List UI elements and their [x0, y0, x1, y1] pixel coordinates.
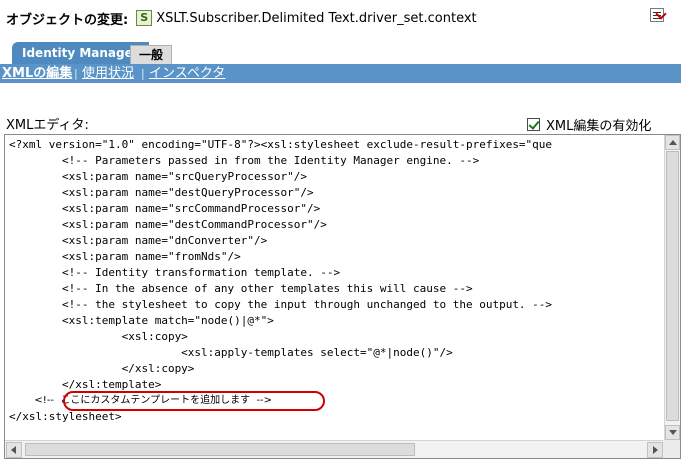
object-name: XSLT.Subscriber.Delimited Text.driver_se…	[156, 10, 477, 26]
code-line: <?xml version="1.0" encoding="UTF-8"?><x…	[9, 138, 553, 151]
scrollbar-corner	[663, 440, 680, 458]
highlight-ring	[63, 391, 325, 411]
scroll-up-button[interactable]	[665, 135, 680, 150]
subnav-edit-xml[interactable]: XMLの編集	[2, 64, 72, 83]
code-line: <xsl:param name="destQueryProcessor"/>	[9, 186, 314, 199]
code-line: <!-- the stylesheet to copy the input th…	[9, 298, 553, 311]
subnav-usage[interactable]: 使用状況	[82, 64, 134, 83]
code-line: <xsl:param name="srcQueryProcessor"/>	[9, 170, 308, 183]
edit-checklist-icon[interactable]	[650, 8, 664, 22]
xml-editor-textarea[interactable]: <?xml version="1.0" encoding="UTF-8"?><x…	[4, 134, 681, 459]
code-line: <!-- In the absence of any other templat…	[9, 282, 473, 295]
code-line: <xsl:template match="node()|@*">	[9, 314, 274, 327]
code-line: </xsl:copy>	[9, 362, 195, 375]
arrow-right-icon	[653, 446, 658, 454]
object-title-row: オブジェクトの変更: S XSLT.Subscriber.Delimited T…	[6, 8, 477, 28]
arrow-up-icon	[669, 140, 677, 145]
horizontal-scrollbar[interactable]	[5, 440, 664, 458]
code-line: <!-- Identity transformation template. -…	[9, 266, 341, 279]
vertical-scrollbar[interactable]	[664, 135, 680, 440]
arrow-left-icon	[11, 446, 16, 454]
scroll-right-button[interactable]	[647, 442, 663, 458]
code-line: <xsl:param name="fromNds"/>	[9, 250, 241, 263]
tab-general[interactable]: 一般	[130, 45, 173, 65]
tab-row: Identity Manager 一般	[0, 42, 681, 65]
subnav-inspector[interactable]: インスペクタ	[149, 64, 225, 83]
vertical-scroll-thumb[interactable]	[666, 151, 679, 421]
enable-xml-edit-toggle[interactable]: XML編集の有効化	[527, 115, 651, 134]
code-line: <!-- Parameters passed in from the Ident…	[9, 154, 480, 167]
code-line: <xsl:copy>	[9, 330, 188, 343]
code-line: <xsl:param name="destCommandProcessor"/>	[9, 218, 327, 231]
subnav-separator: |	[141, 67, 145, 80]
enable-xml-edit-label: XML編集の有効化	[546, 119, 652, 134]
subnav-separator: |	[74, 67, 78, 80]
sub-navigation: XMLの編集 | 使用状況 | インスペクタ	[0, 64, 681, 83]
code-line: <xsl:param name="dnConverter"/>	[9, 234, 268, 247]
scroll-left-button[interactable]	[6, 442, 22, 458]
xml-editor-label: XMLエディタ:	[6, 118, 89, 133]
code-line: <xsl:param name="srcCommandProcessor"/>	[9, 202, 321, 215]
enable-xml-edit-checkbox[interactable]	[527, 118, 540, 131]
arrow-down-icon	[669, 430, 677, 435]
tab-identity-manager[interactable]: Identity Manager	[12, 42, 149, 64]
page-title: オブジェクトの変更:	[6, 12, 129, 28]
stylesheet-object-icon: S	[136, 10, 153, 26]
scroll-down-button[interactable]	[665, 425, 680, 440]
code-line: </xsl:stylesheet>	[9, 410, 122, 423]
horizontal-scroll-thumb[interactable]	[25, 443, 415, 456]
code-line: <xsl:apply-templates select="@*|node()"/…	[9, 346, 453, 359]
